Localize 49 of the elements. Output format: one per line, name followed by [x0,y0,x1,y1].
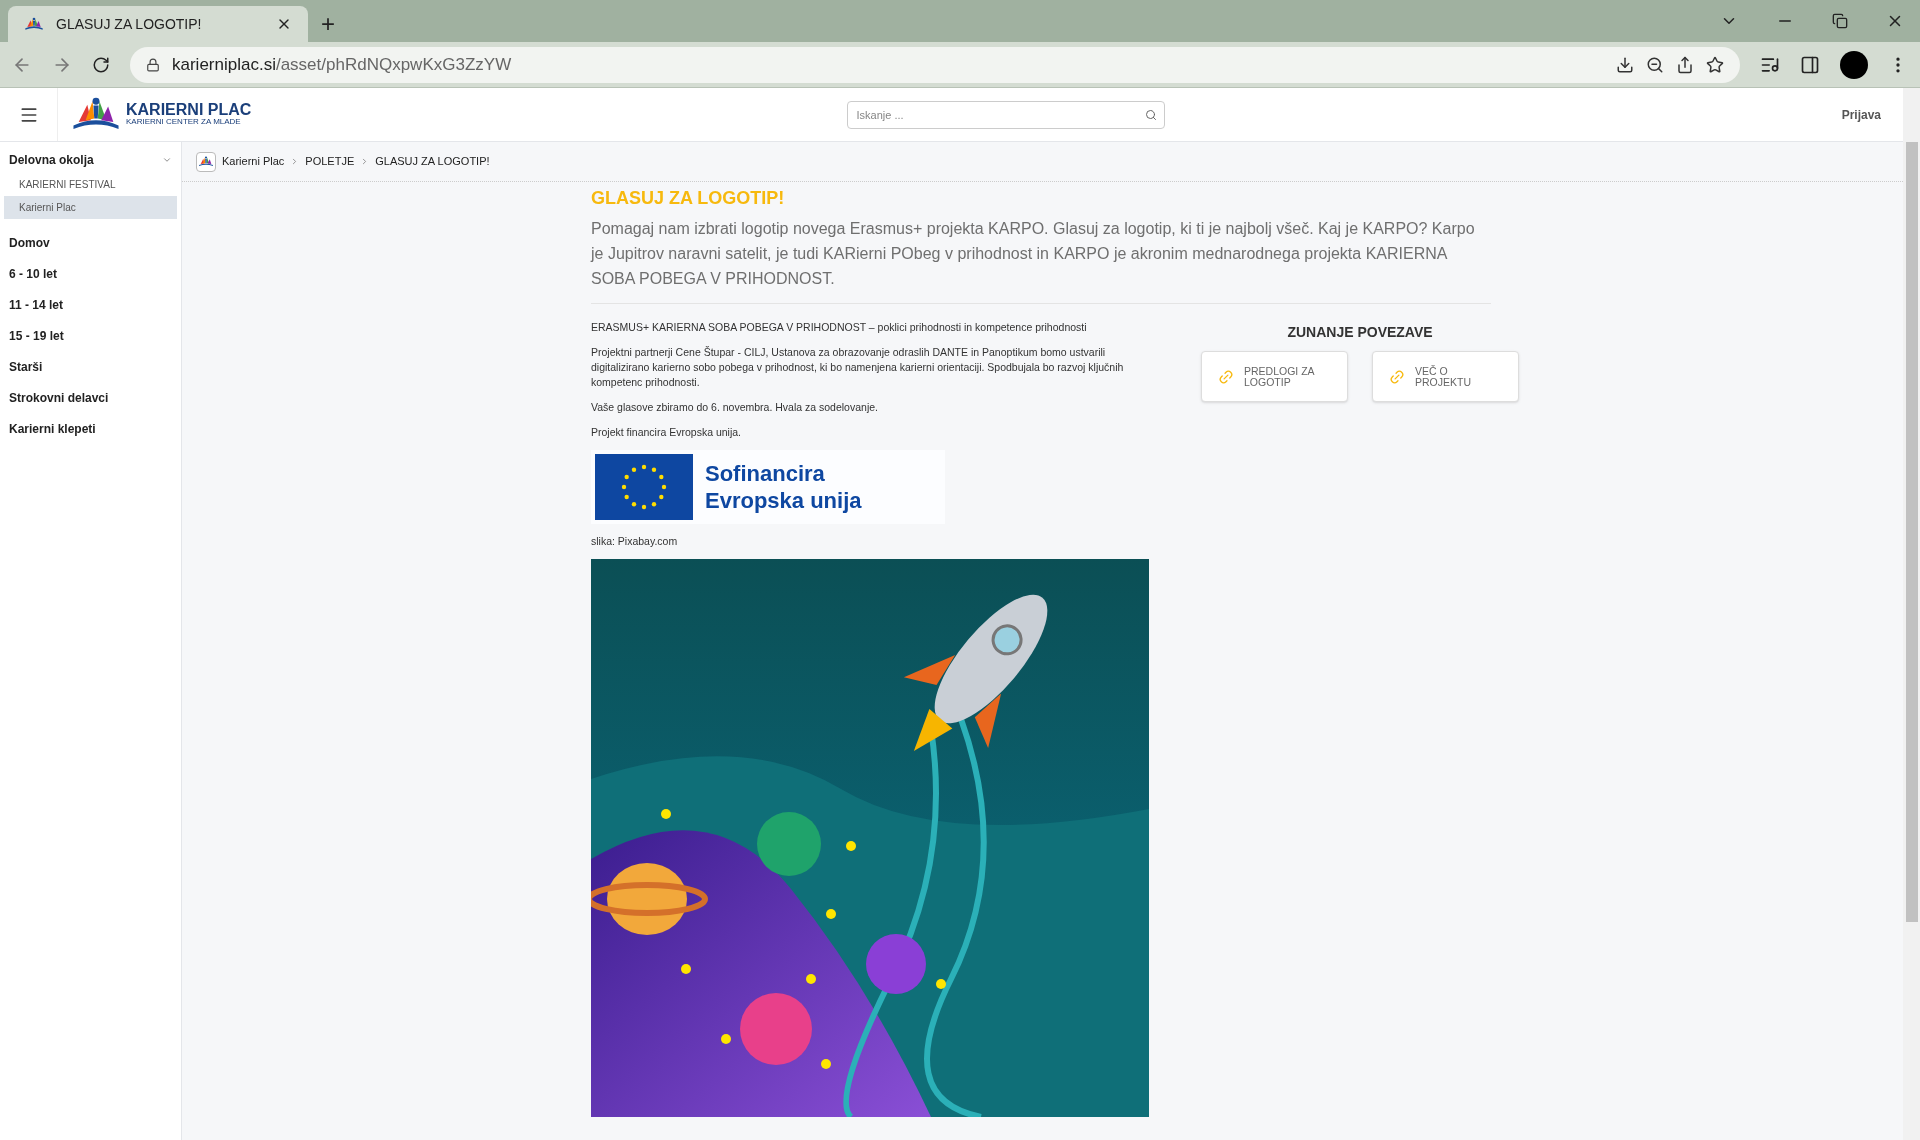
article-paragraph: ERASMUS+ KARIERNA SOBA POBEGA V PRIHODNOST – poklici prihodnosti in kompetence prihodnosti [591,320,1088,335]
eu-banner-text: Sofinancira [705,460,826,487]
profile-avatar[interactable] [1840,50,1868,79]
article-paragraph: Projekt financira Evropska unija. [591,425,742,440]
breadcrumb-link[interactable]: GLASUJ ZA LOGOTIP! [375,153,490,170]
book-person-logo-icon [198,155,214,168]
article-intro: Pomagaj nam izbrati logotip novega Erasmus+ projekta KARPO. Glasuj za logotip, ki ti je najbolj všeč. Kaj je KARPO? Karpo je Jupitrov naravni satelit, je tudi KARierni PObeg v prihodnost in KARPO je akronim mednarodnega projekta KARIERNA SOBA POBEGA V PRIHODNOST. [591,219,1476,289]
logo-subtitle: KARIERNI CENTER ZA MLADE [126,118,242,127]
reload-icon[interactable] [92,55,110,74]
sidebar-section-header[interactable]: Delovna okolja [0,147,181,173]
search-field[interactable]: Iskanje ... [847,100,1166,129]
breadcrumb-link[interactable]: Karierni Plac [222,153,285,170]
sidebar-item[interactable]: 6 - 10 let [0,258,181,289]
tab-title: GLASUJ ZA LOGOTIP! [56,14,203,34]
sidebar-subitem[interactable]: Karierni Plac [4,196,177,219]
article-title: GLASUJ ZA LOGOTIP! [591,187,786,210]
book-person-logo-icon [24,17,44,31]
scrollbar[interactable] [1903,88,1920,1140]
logo-title: KARIERNI PLAC [126,102,252,119]
chevron-icon [162,155,172,165]
lock-icon [146,57,160,72]
share-icon[interactable] [1676,55,1694,74]
login-link[interactable]: Prijava [1641,105,1903,124]
eu-banner-text: Evropska unija [705,487,862,514]
article-paragraph: Projektni partnerji Cene Štupar - CILJ, Ustanova za obrazovanje odraslih DANTE in Panoptikum bomo ustvarili digitalizirano karierno sobo pobega v prihodnost, ki bo namenjena karierni orientaciji. Spodbujala bo razvoj ključnih kompetenc prihodnosti. [591,345,1125,390]
external-link-button[interactable]: VEČ O PROJEKTU [1372,351,1519,402]
section-heading: ZUNANJE POVEZAVE [1287,323,1433,342]
sidebar-item[interactable]: 11 - 14 let [0,289,181,320]
browser-tab[interactable]: GLASUJ ZA LOGOTIP! [8,6,308,42]
article-paragraph: Vaše glasove zbiramo do 6. novembra. Hvala za sodelovanje. [591,400,879,415]
sidebar-item[interactable]: Karierni klepeti [0,413,181,444]
external-link-button[interactable]: PREDLOGI ZA LOGOTIP [1201,351,1348,402]
star-icon[interactable] [1706,55,1724,74]
sidebar-item[interactable]: 15 - 19 let [0,320,181,351]
eu-flag-icon [595,454,693,520]
image-caption: slika: Pixabay.com [591,534,679,549]
breadcrumb-link[interactable]: POLETJE [305,153,355,170]
sidebar-item[interactable]: Strokovni delavci [0,382,181,413]
sidebar-subitem[interactable]: KARIERNI FESTIVAL [4,173,177,196]
side-panel-icon[interactable] [1800,54,1820,75]
new-tab-button[interactable]: + [308,6,348,42]
install-icon[interactable] [1616,55,1634,74]
address-bar[interactable]: karierniplac.si/asset/phRdNQxpwKxG3ZzYW [130,46,1740,83]
sidebar-item[interactable]: Domov [0,227,181,258]
zoom-out-icon[interactable] [1646,55,1664,74]
search-icon [1145,108,1158,121]
url-text: karierniplac.si/asset/phRdNQxpwKxG3ZzYW [172,53,513,76]
sidebar-item[interactable]: Starši [0,351,181,382]
restore-icon[interactable] [1832,13,1848,29]
